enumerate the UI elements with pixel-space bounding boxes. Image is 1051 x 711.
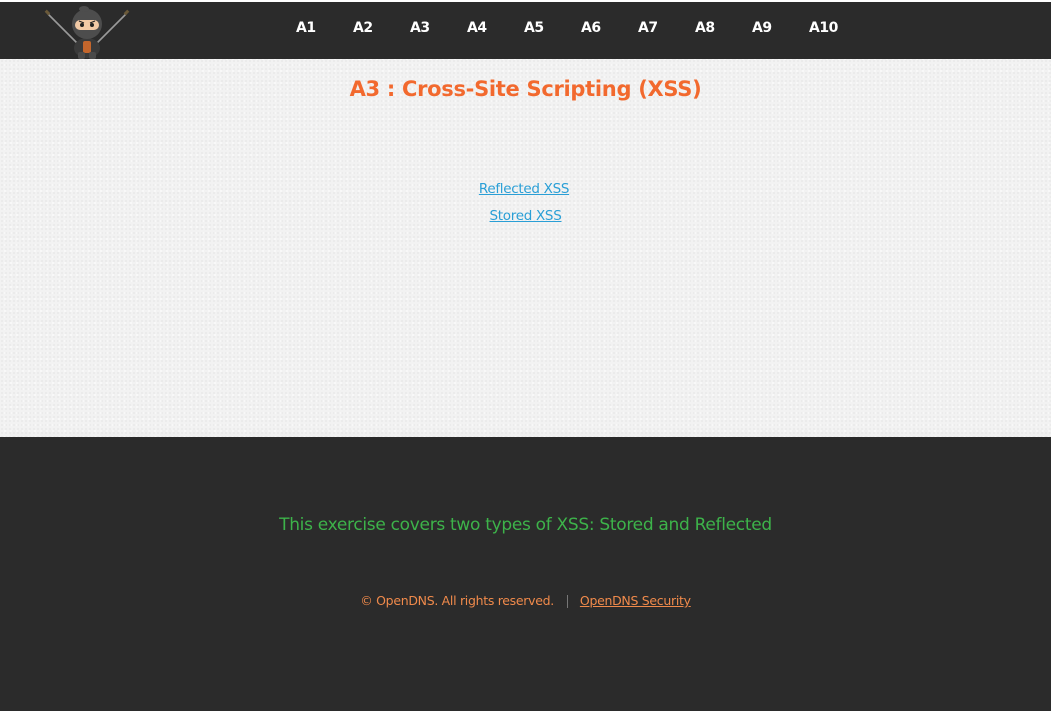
footer-description: This exercise covers two types of XSS: S… bbox=[279, 515, 772, 535]
footer: This exercise covers two types of XSS: S… bbox=[0, 437, 1051, 711]
footer-separator bbox=[566, 595, 568, 608]
main-nav: A1 A2 A3 A4 A5 A6 A7 A8 A9 A10 bbox=[0, 2, 1051, 59]
nav-item-a1[interactable]: A1 bbox=[296, 19, 316, 37]
nav-item-a7[interactable]: A7 bbox=[638, 19, 658, 37]
nav-item-a5[interactable]: A5 bbox=[524, 19, 544, 37]
exercise-links: Reflected XSS Stored XSS bbox=[0, 176, 1051, 230]
nav-item-a2[interactable]: A2 bbox=[353, 19, 373, 37]
opendns-security-link[interactable]: OpenDNS Security bbox=[580, 593, 691, 608]
nav-item-a9[interactable]: A9 bbox=[752, 19, 772, 37]
nav-item-a3[interactable]: A3 bbox=[410, 19, 430, 37]
top-navbar: A1 A2 A3 A4 A5 A6 A7 A8 A9 A10 bbox=[0, 2, 1051, 59]
stored-xss-link[interactable]: Stored XSS bbox=[0, 203, 1051, 230]
page-title: A3 : Cross-Site Scripting (XSS) bbox=[349, 77, 702, 101]
nav-item-a4[interactable]: A4 bbox=[467, 19, 487, 37]
nav-item-a6[interactable]: A6 bbox=[581, 19, 601, 37]
footer-bottom: © OpenDNS. All rights reserved. OpenDNS S… bbox=[0, 593, 1051, 609]
main-content: A3 : Cross-Site Scripting (XSS) Reflecte… bbox=[0, 59, 1051, 437]
nav-item-a10[interactable]: A10 bbox=[809, 19, 838, 37]
reflected-xss-link[interactable]: Reflected XSS bbox=[0, 176, 1051, 203]
copyright-text: © OpenDNS. All rights reserved. bbox=[360, 593, 554, 608]
nav-item-a8[interactable]: A8 bbox=[695, 19, 715, 37]
